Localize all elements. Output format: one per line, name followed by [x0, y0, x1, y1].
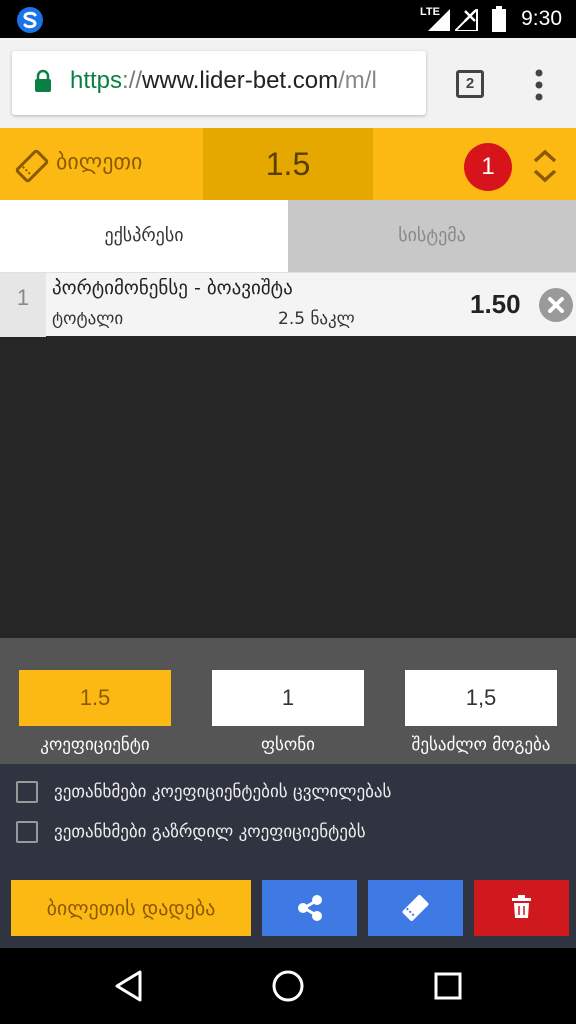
app-logo-icon	[17, 7, 43, 33]
battery-icon	[492, 6, 506, 32]
url-path: /m/l	[338, 67, 377, 94]
coefficient-field: 1.5	[19, 670, 171, 726]
match-name: პორტიმონენსე - ბოავიშტა	[52, 277, 293, 299]
share-button[interactable]	[262, 880, 357, 936]
accept-increased-odds-checkbox[interactable]	[16, 821, 38, 843]
address-bar[interactable]: https://www.lider-bet.com/m/l	[12, 51, 426, 115]
tab-system[interactable]: სისტემა	[288, 200, 576, 272]
close-icon	[548, 297, 564, 313]
browser-toolbar: https://www.lider-bet.com/m/l 2	[0, 38, 576, 128]
no-signal-icon	[455, 9, 478, 31]
accept-odds-change-checkbox[interactable]	[16, 781, 38, 803]
coefficient-label: კოეფიციენტი	[40, 735, 150, 755]
ticket-code-button[interactable]	[368, 880, 463, 936]
market-name: ტოტალი	[52, 309, 124, 329]
selection-name: 2.5 ნაკლ	[278, 309, 355, 329]
recent-apps-icon[interactable]	[432, 970, 464, 1002]
trash-icon	[512, 895, 531, 918]
ticket-icon	[15, 149, 49, 183]
share-icon	[298, 895, 322, 921]
accept-odds-change-label: ვეთანხმები კოეფიციენტების ცვლილებას	[54, 782, 392, 802]
stake-label: ფსონი	[261, 735, 315, 755]
bet-row: 1 პორტიმონენსე - ბოავიშტა ტოტალი 2.5 ნაკ…	[0, 272, 576, 337]
accept-increased-odds-label: ვეთანხმები გაზრდილ კოეფიციენტებს	[54, 822, 366, 842]
overflow-menu-icon[interactable]	[530, 68, 548, 102]
url-host: www.lider-bet.com	[142, 67, 339, 94]
url-separator: ://	[122, 67, 143, 94]
total-odds: 1.5	[203, 128, 373, 200]
possible-win-field: 1,5	[405, 670, 557, 726]
ticket-title: ბილეთი	[56, 150, 143, 175]
ticket-icon	[402, 895, 429, 921]
back-icon[interactable]	[112, 968, 146, 1004]
delete-ticket-button[interactable]	[474, 880, 569, 936]
home-icon[interactable]	[270, 968, 306, 1004]
clock: 9:30	[521, 7, 562, 30]
signal-icon	[428, 9, 450, 31]
possible-win-label: შესაძლო მოგება	[411, 735, 551, 755]
url-text: https://www.lider-bet.com/m/l	[70, 67, 377, 95]
system-nav-bar	[0, 948, 576, 1024]
bet-count-badge: 1	[464, 143, 512, 191]
expand-collapse-icon[interactable]	[530, 148, 560, 184]
options-panel	[0, 764, 576, 870]
lock-icon	[35, 69, 51, 92]
remove-bet-button[interactable]	[539, 288, 573, 322]
tab-switcher-button[interactable]: 2	[456, 70, 484, 98]
bet-odds: 1.50	[470, 289, 521, 319]
tab-express[interactable]: ექსპრესი	[0, 200, 288, 272]
bet-index: 1	[0, 273, 46, 337]
stake-input[interactable]: 1	[212, 670, 364, 726]
url-protocol: https	[70, 67, 123, 94]
status-bar: LTE 9:30	[0, 0, 576, 38]
place-bet-button[interactable]: ბილეთის დადება	[11, 880, 251, 936]
